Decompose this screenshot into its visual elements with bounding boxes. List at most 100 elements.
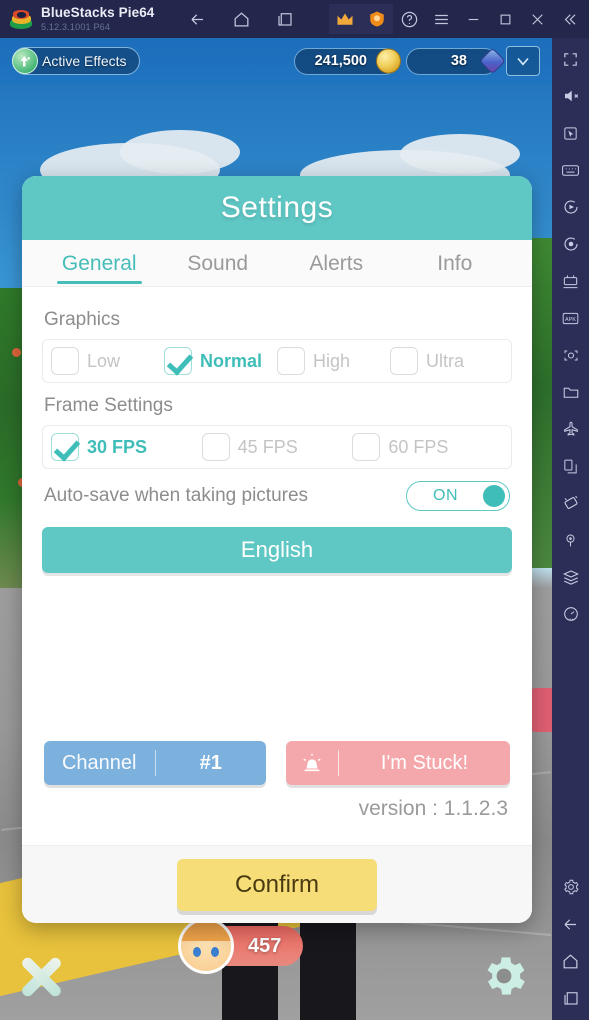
confirm-button[interactable]: Confirm bbox=[177, 858, 377, 911]
channel-button[interactable]: Channel #1 bbox=[44, 741, 266, 785]
checkbox-icon[interactable] bbox=[201, 433, 230, 461]
graphics-option-normal[interactable]: Normal bbox=[164, 347, 277, 375]
frame-option-30fps[interactable]: 30 FPS bbox=[51, 433, 202, 461]
pointer-icon[interactable] bbox=[556, 118, 586, 148]
game-settings-gear-icon[interactable] bbox=[478, 950, 530, 1002]
avatar[interactable] bbox=[178, 918, 234, 974]
frame-option-60fps[interactable]: 60 FPS bbox=[352, 433, 503, 461]
checkbox-icon[interactable] bbox=[51, 347, 79, 375]
help-icon[interactable] bbox=[393, 4, 425, 34]
tab-alerts-label: Alerts bbox=[309, 252, 364, 275]
active-effects-label: Active Effects bbox=[42, 53, 127, 69]
menu-icon[interactable] bbox=[425, 4, 457, 34]
home-icon[interactable] bbox=[556, 946, 586, 976]
side-tab-button[interactable] bbox=[530, 688, 552, 732]
channel-label: Channel bbox=[61, 751, 137, 774]
tab-info-label: Info bbox=[437, 252, 473, 275]
back-icon[interactable] bbox=[556, 909, 586, 939]
menu-cross-icon[interactable] bbox=[16, 952, 66, 1002]
macro-play-icon[interactable] bbox=[556, 192, 586, 222]
active-effects-button[interactable]: Active Effects bbox=[12, 47, 140, 75]
crown-icon[interactable] bbox=[329, 4, 361, 34]
svg-text:APK: APK bbox=[565, 317, 576, 323]
autosave-toggle[interactable]: ON bbox=[406, 481, 510, 511]
apk-install-icon[interactable]: APK bbox=[556, 303, 586, 333]
gem-value: 38 bbox=[450, 53, 467, 69]
recents-icon[interactable] bbox=[556, 983, 586, 1013]
copy-icon[interactable] bbox=[556, 451, 586, 481]
settings-header: Settings bbox=[22, 176, 532, 240]
settings-footer: Confirm bbox=[22, 845, 532, 923]
home-icon[interactable] bbox=[228, 6, 254, 32]
record-icon[interactable] bbox=[556, 229, 586, 259]
multi-instance-icon[interactable] bbox=[556, 266, 586, 296]
cloud bbox=[120, 130, 240, 174]
graphics-option-low[interactable]: Low bbox=[51, 347, 164, 375]
tab-sound[interactable]: Sound bbox=[159, 240, 278, 286]
coin-icon bbox=[376, 48, 401, 74]
app-name: BlueStacks Pie64 bbox=[41, 5, 155, 21]
layers-icon[interactable] bbox=[556, 562, 586, 592]
checkbox-icon[interactable] bbox=[390, 347, 418, 375]
frame-options: 30 FPS 45 FPS 60 FPS bbox=[42, 425, 512, 469]
hp-value: 457 bbox=[248, 934, 282, 957]
toggle-knob bbox=[483, 485, 505, 507]
game-screen[interactable]: Active Effects 241,500 38 457 Settings G… bbox=[0, 38, 552, 1020]
hud-dropdown-button[interactable] bbox=[506, 46, 540, 76]
checkbox-checked-icon[interactable] bbox=[51, 433, 79, 461]
app-title-block: BlueStacks Pie64 5.12.3.1001 P64 bbox=[41, 6, 154, 32]
maximize-icon[interactable] bbox=[489, 4, 521, 34]
gold-currency[interactable]: 241,500 bbox=[294, 47, 401, 75]
tab-general[interactable]: General bbox=[40, 240, 159, 286]
frame-option-45fps[interactable]: 45 FPS bbox=[201, 433, 353, 461]
checkbox-icon[interactable] bbox=[277, 347, 305, 375]
language-button[interactable]: English bbox=[42, 527, 512, 573]
bluestacks-logo-icon bbox=[10, 9, 32, 29]
confirm-button-label: Confirm bbox=[234, 870, 319, 898]
mute-icon[interactable] bbox=[556, 81, 586, 111]
app-version: 5.12.3.1001 P64 bbox=[41, 21, 111, 32]
graphics-options: Low Normal High Ultra bbox=[42, 339, 512, 383]
graphics-option-high-label: High bbox=[313, 350, 351, 371]
airplane-icon[interactable] bbox=[556, 414, 586, 444]
speedometer-icon[interactable] bbox=[556, 599, 586, 629]
shield-icon[interactable] bbox=[361, 4, 393, 34]
im-stuck-button[interactable]: I'm Stuck! bbox=[286, 741, 510, 785]
tab-alerts[interactable]: Alerts bbox=[277, 240, 396, 286]
graphics-option-low-label: Low bbox=[87, 350, 121, 371]
close-icon[interactable] bbox=[521, 4, 553, 34]
screenshot-icon[interactable] bbox=[556, 340, 586, 370]
graphics-option-ultra[interactable]: Ultra bbox=[390, 347, 503, 375]
autosave-setting: Auto-save when taking pictures ON bbox=[44, 481, 510, 511]
settings-spacer bbox=[42, 573, 512, 741]
rotate-icon[interactable] bbox=[556, 488, 586, 518]
game-top-hud: Active Effects 241,500 38 bbox=[0, 38, 552, 84]
keyboard-icon[interactable] bbox=[556, 155, 586, 185]
bluestacks-window: BlueStacks Pie64 5.12.3.1001 P64 Active … bbox=[0, 0, 589, 1020]
checkbox-checked-icon[interactable] bbox=[164, 347, 192, 375]
checkbox-icon[interactable] bbox=[352, 433, 381, 461]
graphics-option-high[interactable]: High bbox=[277, 347, 390, 375]
tab-info[interactable]: Info bbox=[396, 240, 515, 286]
collapse-icon[interactable] bbox=[553, 4, 585, 34]
location-icon[interactable] bbox=[556, 525, 586, 555]
player-status[interactable]: 457 bbox=[178, 918, 304, 974]
page-title: Settings bbox=[220, 191, 334, 224]
gear-icon[interactable] bbox=[556, 872, 586, 902]
titlebar-controls bbox=[329, 4, 585, 34]
version-text: version : 1.1.2.3 bbox=[358, 797, 508, 820]
minimize-icon[interactable] bbox=[457, 4, 489, 34]
fullscreen-icon[interactable] bbox=[556, 44, 586, 74]
channel-value: #1 bbox=[199, 751, 222, 774]
titlebar: BlueStacks Pie64 5.12.3.1001 P64 bbox=[0, 0, 589, 38]
buff-icon bbox=[12, 48, 38, 74]
autosave-label: Auto-save when taking pictures bbox=[44, 485, 309, 506]
gem-icon bbox=[479, 47, 506, 75]
cloud bbox=[400, 134, 520, 174]
folder-icon[interactable] bbox=[556, 377, 586, 407]
back-icon[interactable] bbox=[184, 6, 210, 32]
recents-icon[interactable] bbox=[272, 6, 298, 32]
graphics-option-normal-label: Normal bbox=[200, 350, 263, 371]
gem-currency[interactable]: 38 bbox=[406, 47, 506, 75]
autosave-state-label: ON bbox=[433, 487, 458, 504]
